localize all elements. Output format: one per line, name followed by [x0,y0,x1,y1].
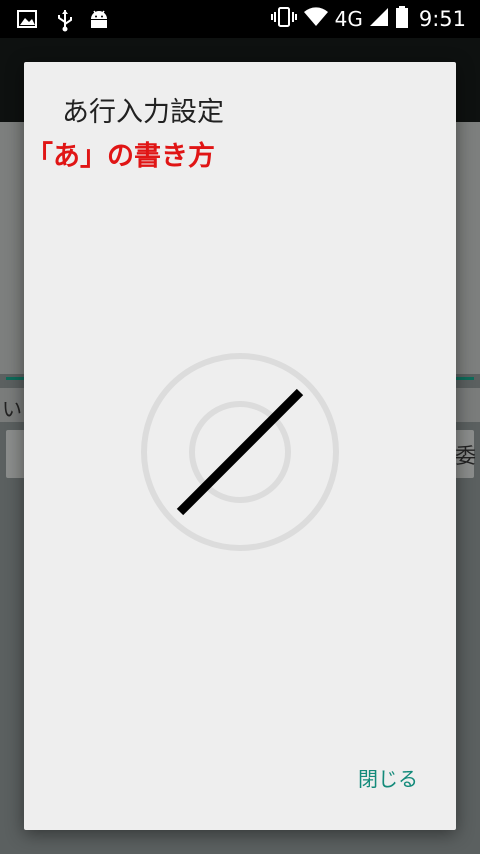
wifi-icon [303,6,329,33]
battery-icon [395,5,409,34]
image-icon [16,8,38,34]
dialog-subtitle: 「あ」の書き方 [26,141,215,172]
status-right: 4G 9:51 [270,0,466,38]
network-type: 4G [334,7,363,31]
app-box-text: 委 [455,444,476,468]
dialog-title: あ行入力設定 [62,97,224,128]
vibrate-icon [270,6,297,33]
clock: 9:51 [418,7,466,31]
status-bar: 4G 9:51 [0,0,480,38]
usb-icon [56,8,74,36]
stroke-line [176,388,304,516]
android-icon [88,8,110,36]
signal-icon [369,6,389,33]
app-row-text: い [2,397,22,421]
close-button[interactable]: 閉じる [356,759,420,796]
gesture-diagram [141,353,339,551]
input-settings-dialog: あ行入力設定 「あ」の書き方 閉じる [24,62,456,830]
